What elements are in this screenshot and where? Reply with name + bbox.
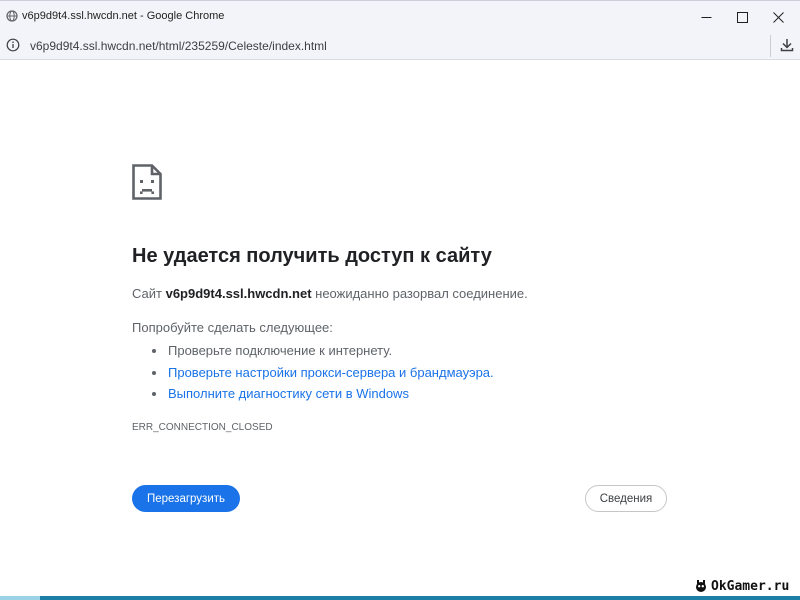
- error-page: Не удается получить доступ к сайту Сайт …: [0, 60, 800, 600]
- close-icon: [772, 11, 784, 23]
- suggestion-check-proxy-link[interactable]: Проверьте настройки прокси-сервера и бра…: [132, 362, 494, 384]
- summary-suffix: неожиданно разорвал соединение.: [311, 286, 528, 301]
- address-bar-divider: [770, 35, 771, 57]
- minimize-icon: [701, 16, 711, 18]
- reload-button[interactable]: Перезагрузить: [132, 485, 240, 512]
- suggestions-list: Проверьте подключение к интернету. Прове…: [132, 340, 494, 405]
- summary-prefix: Сайт: [132, 286, 166, 301]
- globe-icon: [6, 10, 18, 22]
- error-summary: Сайт v6p9d9t4.ssl.hwcdn.net неожиданно р…: [132, 286, 528, 301]
- details-button[interactable]: Сведения: [585, 485, 667, 512]
- address-bar: v6p9d9t4.ssl.hwcdn.net/html/235259/Celes…: [0, 32, 800, 60]
- summary-host: v6p9d9t4.ssl.hwcdn.net: [165, 286, 312, 301]
- sad-page-icon: [132, 164, 162, 200]
- maximize-icon: [736, 11, 748, 23]
- suggestion-check-connection: Проверьте подключение к интернету.: [132, 340, 494, 362]
- suggestion-run-diagnostics-link[interactable]: Выполните диагностику сети в Windows: [132, 383, 494, 405]
- suggestions-label: Попробуйте сделать следующее:: [132, 320, 333, 335]
- bottom-accent-bar: [0, 596, 800, 600]
- bottom-accent-segment-light: [0, 596, 40, 600]
- minimize-button[interactable]: [688, 1, 724, 33]
- title-bar[interactable]: v6p9d9t4.ssl.hwcdn.net - Google Chrome: [0, 0, 800, 32]
- info-icon[interactable]: [6, 38, 20, 52]
- error-heading: Не удается получить доступ к сайту: [132, 245, 492, 267]
- url-text[interactable]: v6p9d9t4.ssl.hwcdn.net/html/235259/Celes…: [30, 39, 327, 53]
- bottom-accent-segment-dark: [40, 596, 800, 600]
- window-title: v6p9d9t4.ssl.hwcdn.net - Google Chrome: [22, 10, 225, 22]
- maximize-button[interactable]: [724, 1, 760, 33]
- watermark-text: OkGamer.ru: [711, 578, 790, 594]
- error-code: ERR_CONNECTION_CLOSED: [132, 422, 273, 433]
- download-icon[interactable]: [779, 37, 795, 53]
- watermark: OkGamer.ru: [694, 576, 798, 596]
- browser-window: v6p9d9t4.ssl.hwcdn.net - Google Chrome v…: [0, 0, 800, 600]
- close-button[interactable]: [760, 1, 796, 33]
- okgamer-logo-icon: [696, 580, 706, 592]
